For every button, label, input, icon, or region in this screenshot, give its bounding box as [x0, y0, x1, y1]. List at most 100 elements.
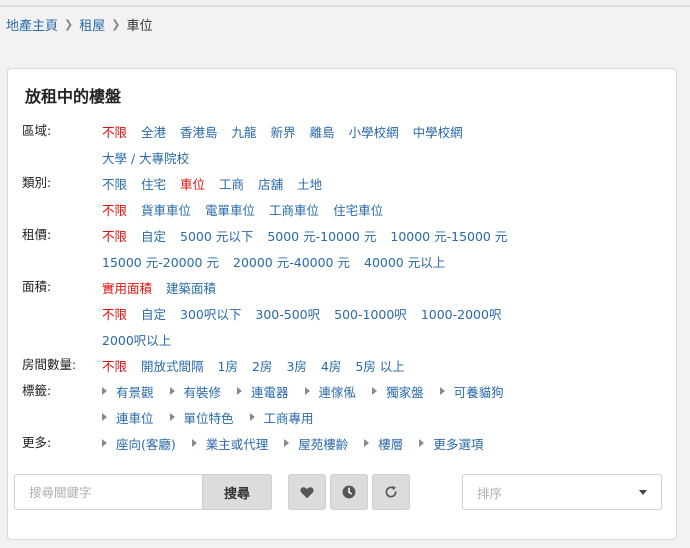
filter-option[interactable]: 3房 — [286, 356, 306, 375]
filter-tag[interactable]: 座向(客廳) — [102, 434, 176, 453]
sort-placeholder: 排序 — [477, 485, 503, 501]
filter-option[interactable]: 20000 元-40000 元 — [233, 252, 350, 271]
breadcrumb: 地產主頁 ❯ 租屋 ❯ 車位 — [6, 15, 152, 34]
filter-tag[interactable]: 工商專用 — [249, 408, 314, 427]
filter-option[interactable]: 不限 — [102, 200, 127, 219]
filter-option[interactable]: 開放式間隔 — [141, 356, 204, 375]
filter-option[interactable]: 住宅車位 — [333, 200, 383, 219]
filter-tag[interactable]: 連傢俬 — [304, 382, 357, 401]
filter-tag-label: 有景觀 — [116, 384, 154, 400]
filter-option[interactable]: 300-500呎 — [255, 304, 320, 323]
filter-tags: 標籤: 有景觀 有裝修 連電器 連傢俬 獨家盤 可養貓狗 連車位 單位特色 工商專用 — [22, 378, 668, 430]
filter-region: 區域: 不限 全港 香港島 九龍 新界 離島 小學校網 中學校網 大學 / 大專院校 — [22, 118, 668, 170]
filter-option[interactable]: 全港 — [141, 122, 166, 141]
filter-option[interactable]: 40000 元以上 — [364, 252, 445, 271]
clock-icon — [342, 485, 356, 499]
filter-option[interactable]: 不限 — [102, 226, 127, 245]
caret-right-icon — [102, 413, 107, 421]
filter-option[interactable]: 500-1000呎 — [334, 304, 407, 323]
filter-option[interactable]: 2000呎以上 — [102, 330, 171, 349]
filter-option[interactable]: 實用面積 — [102, 278, 152, 297]
filter-option[interactable]: 2房 — [252, 356, 272, 375]
breadcrumb-home[interactable]: 地產主頁 — [6, 15, 58, 34]
caret-right-icon — [191, 439, 197, 447]
panel-title: 放租中的樓盤 — [25, 87, 122, 106]
filter-tag-label: 連電器 — [251, 384, 289, 400]
caret-right-icon — [439, 387, 445, 395]
breadcrumb-rent[interactable]: 租屋 — [79, 15, 105, 34]
filter-option[interactable]: 1000-2000呎 — [421, 304, 502, 323]
filter-tag-label: 連車位 — [116, 410, 154, 426]
filter-option[interactable]: 不限 — [102, 304, 127, 323]
filter-tag-label: 單位特色 — [183, 410, 234, 426]
filter-option[interactable]: 住宅 — [141, 174, 166, 193]
filter-tag[interactable]: 可養貓狗 — [439, 382, 504, 401]
filter-option[interactable]: 貨車車位 — [141, 200, 191, 219]
filter-label: 面積: — [22, 279, 52, 294]
filter-option[interactable]: 九龍 — [232, 122, 257, 141]
history-button[interactable] — [330, 474, 368, 510]
filter-tag[interactable]: 樓層 — [364, 434, 403, 453]
filter-option[interactable]: 5房 以上 — [355, 356, 404, 375]
filter-label: 更多: — [22, 435, 52, 450]
caret-right-icon — [372, 387, 378, 395]
filter-option[interactable]: 香港島 — [180, 122, 218, 141]
caret-right-icon — [304, 387, 310, 395]
caret-right-icon — [169, 387, 175, 395]
search-button[interactable]: 搜尋 — [202, 474, 272, 510]
filter-option[interactable]: 1房 — [218, 356, 238, 375]
filter-option[interactable]: 不限 — [102, 122, 127, 141]
filter-tag[interactable]: 單位特色 — [169, 408, 234, 427]
heart-icon — [300, 486, 314, 498]
filter-option[interactable]: 工商 — [219, 174, 244, 193]
filter-option[interactable]: 15000 元-20000 元 — [102, 252, 219, 271]
filter-option[interactable]: 車位 — [180, 174, 205, 193]
filter-option[interactable]: 土地 — [297, 174, 322, 193]
filter-tag-label: 獨家盤 — [386, 384, 424, 400]
filter-tag[interactable]: 屋苑樓齡 — [284, 434, 348, 453]
filter-tag[interactable]: 業主或代理 — [191, 434, 268, 453]
filter-area: 面積: 實用面積 建築面積 不限 自定 300呎以下 300-500呎 500-1000呎… — [22, 274, 668, 352]
caret-right-icon — [169, 413, 175, 421]
filter-tag-label: 連傢俬 — [318, 384, 357, 400]
filter-option[interactable]: 店舖 — [258, 174, 283, 193]
filter-tag-label: 工商專用 — [263, 410, 314, 426]
filter-option[interactable]: 4房 — [321, 356, 341, 375]
filter-tag[interactable]: 連電器 — [237, 382, 289, 401]
favorite-button[interactable] — [288, 474, 326, 510]
filter-option[interactable]: 5000 元以下 — [180, 226, 253, 245]
filter-option[interactable]: 自定 — [141, 304, 166, 323]
filter-option[interactable]: 中學校網 — [413, 122, 463, 141]
filter-tag[interactable]: 有景觀 — [102, 382, 154, 401]
filter-tag[interactable]: 更多選項 — [419, 434, 483, 453]
filter-option[interactable]: 小學校網 — [349, 122, 399, 141]
caret-right-icon — [364, 439, 370, 447]
filter-tag[interactable]: 連車位 — [102, 408, 154, 427]
filter-label: 類別: — [22, 175, 52, 190]
filter-option[interactable]: 10000 元-15000 元 — [390, 226, 507, 245]
caret-right-icon — [249, 413, 255, 421]
caret-right-icon — [237, 387, 243, 395]
search-input[interactable] — [14, 474, 202, 510]
filter-option[interactable]: 工商車位 — [269, 200, 319, 219]
filter-option[interactable]: 自定 — [141, 226, 166, 245]
filter-tag-label: 可養貓狗 — [453, 384, 504, 400]
chevron-right-icon: ❯ — [64, 17, 74, 31]
filter-option[interactable]: 離島 — [310, 122, 335, 141]
filter-option[interactable]: 電單車位 — [205, 200, 255, 219]
filter-tag[interactable]: 獨家盤 — [372, 382, 424, 401]
filter-option[interactable]: 大學 / 大專院校 — [102, 148, 189, 167]
filter-tag-label: 有裝修 — [183, 384, 222, 400]
filter-option[interactable]: 5000 元-10000 元 — [267, 226, 376, 245]
filter-option[interactable]: 不限 — [102, 356, 127, 375]
filter-option[interactable]: 新界 — [271, 122, 296, 141]
caret-right-icon — [284, 439, 290, 447]
filter-option[interactable]: 建築面積 — [166, 278, 216, 297]
filter-rent: 租價: 不限 自定 5000 元以下 5000 元-10000 元 10000 元-15… — [22, 222, 668, 274]
filter-tag[interactable]: 有裝修 — [169, 382, 222, 401]
filter-option[interactable]: 不限 — [102, 174, 127, 193]
reset-button[interactable] — [372, 474, 410, 510]
chevron-right-icon: ❯ — [111, 17, 121, 31]
filter-option[interactable]: 300呎以下 — [180, 304, 241, 323]
sort-select[interactable]: 排序 — [462, 474, 662, 510]
